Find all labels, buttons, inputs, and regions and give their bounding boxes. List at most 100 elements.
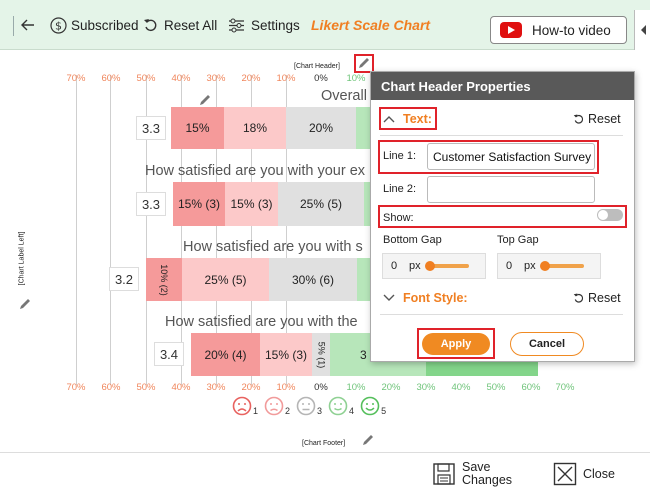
chart-header-placeholder: [Chart Header] (294, 63, 340, 70)
axis-label-bottom: 30% (206, 382, 226, 393)
neutral-face-icon (296, 396, 316, 416)
text-reset-button[interactable]: Reset (573, 111, 621, 127)
bottom-gap-control: 0 px (382, 253, 486, 279)
legend-item: 3 (296, 396, 322, 416)
legend-item: 1 (232, 396, 258, 416)
toolbar: $ Subscribed Reset All Settings Likert S… (0, 0, 650, 50)
bottom-gap-label: Bottom Gap (383, 234, 442, 246)
undo-icon (573, 114, 584, 124)
bar-segment-label: 10% (2) (158, 263, 169, 296)
cancel-button[interactable]: Cancel (510, 332, 584, 356)
settings-button[interactable]: Settings (228, 0, 300, 50)
bar-segment-label: 5% (1) (316, 341, 327, 368)
howto-video-button[interactable]: How-to video (490, 16, 627, 44)
save-changes-button[interactable]: Save Changes (432, 461, 512, 487)
bar-segment-label: 3 (360, 347, 367, 362)
show-toggle[interactable] (597, 209, 623, 221)
bar-segment: 25% (5) (182, 258, 269, 301)
very-happy-face-icon (360, 396, 380, 416)
legend-number: 3 (317, 406, 323, 416)
text-section-toggle[interactable]: Text: (383, 111, 432, 127)
legend-number: 4 (349, 406, 355, 416)
font-reset-button[interactable]: Reset (573, 290, 621, 306)
bar-segment: 25% (5) (278, 182, 364, 226)
reset-label: Reset (588, 112, 621, 126)
bar-segment: 5% (1) (312, 333, 330, 376)
legend-number: 2 (285, 406, 291, 416)
save-label-line2: Changes (462, 473, 513, 487)
axis-label-bottom: 70% (66, 382, 86, 393)
pencil-icon[interactable] (361, 433, 375, 447)
subscribed-label: Subscribed (71, 17, 139, 33)
pencil-icon[interactable] (198, 93, 212, 107)
settings-label: Settings (251, 17, 300, 33)
pencil-icon[interactable] (357, 56, 371, 70)
top-gap-label: Top Gap (497, 234, 539, 246)
legend: 1 2 3 4 5 (232, 396, 392, 416)
bar-segment: 30% (6) (269, 258, 357, 301)
close-label: Close (583, 466, 615, 481)
very-sad-face-icon (232, 396, 252, 416)
show-highlight (378, 205, 627, 228)
bar-segment: 10% (2) (146, 258, 182, 301)
axis-label-bottom: 60% (101, 382, 121, 393)
bar-segment (356, 107, 370, 149)
bar-segment (357, 258, 370, 301)
gridline (110, 75, 111, 385)
axis-label-bottom: 50% (136, 382, 156, 393)
legend-number: 5 (381, 406, 387, 416)
undo-icon (144, 19, 157, 32)
text-section-label: Text: (403, 112, 432, 126)
bar-segment: 15% (3) (225, 182, 278, 226)
axis-label-top: 50% (136, 73, 156, 84)
app-title: Likert Scale Chart (311, 17, 431, 33)
bottom-gap-slider[interactable] (424, 261, 469, 271)
line2-input[interactable] (427, 176, 595, 203)
top-gap-unit: px (524, 260, 536, 272)
pencil-icon[interactable] (18, 297, 32, 311)
font-style-label: Font Style: (403, 291, 468, 305)
sad-face-icon (264, 396, 284, 416)
axis-label-bottom: 20% (241, 382, 261, 393)
gridline (76, 75, 77, 385)
score-label: 3.3 (136, 192, 166, 216)
axis-label-bottom: 70% (555, 382, 575, 393)
reset-all-button[interactable]: Reset All (143, 0, 217, 50)
close-button[interactable]: Close (553, 462, 615, 486)
bottom-gap-value[interactable]: 0 (391, 260, 407, 272)
axis-label-bottom: 40% (451, 382, 471, 393)
svg-text:$: $ (55, 19, 62, 32)
close-icon (553, 462, 577, 486)
bar-segment: 20% (4) (191, 333, 260, 376)
reset-all-label: Reset All (164, 17, 218, 33)
score-label: 3.4 (154, 342, 184, 366)
axis-label-top: 30% (206, 73, 226, 84)
youtube-icon (500, 22, 522, 38)
subscribed-button[interactable]: $ Subscribed (50, 0, 139, 50)
apply-button[interactable]: Apply (422, 333, 490, 355)
chevron-up-icon (383, 116, 395, 123)
axis-label-bottom: 0% (314, 382, 328, 393)
save-icon (433, 463, 455, 485)
legend-item: 4 (328, 396, 354, 416)
reset-label: Reset (588, 291, 621, 305)
bottom-gap-unit: px (409, 260, 421, 272)
arrow-left-icon (21, 19, 34, 31)
axis-label-top: 70% (66, 73, 86, 84)
axis-label-top: 20% (241, 73, 261, 84)
font-style-toggle[interactable]: Font Style: (383, 290, 468, 306)
top-gap-value[interactable]: 0 (506, 260, 522, 272)
bar-segment: 18% (224, 107, 286, 149)
divider (380, 135, 623, 136)
show-label: Show: (383, 212, 414, 224)
top-gap-slider[interactable] (539, 261, 584, 271)
axis-label-top: 0% (314, 73, 328, 84)
line1-input[interactable]: Customer Satisfaction Survey (427, 143, 595, 170)
collapse-panel-button[interactable] (634, 10, 650, 50)
dollar-circle-icon: $ (50, 16, 67, 34)
question-label: How satisfied are you with your ex (145, 163, 366, 179)
back-button[interactable] (20, 0, 36, 50)
chevron-down-icon (383, 294, 395, 301)
footer-bar: Save Changes Close (0, 452, 650, 504)
axis-label-top: 10% (276, 73, 296, 84)
